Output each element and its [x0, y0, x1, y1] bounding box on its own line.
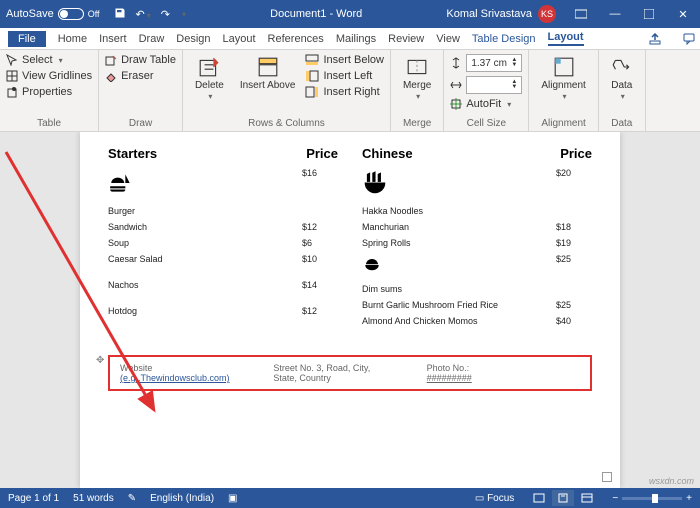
redo-icon[interactable]: ↷	[161, 8, 170, 21]
tab-design[interactable]: Design	[176, 33, 210, 45]
undo-icon[interactable]: ↶▾	[136, 8, 151, 21]
quick-access-toolbar: ↶▾ ↷ ▾	[106, 7, 194, 22]
avatar: KS	[538, 5, 556, 23]
watermark: wsxdn.com	[649, 476, 694, 486]
user-name: Komal Srivastava	[446, 8, 532, 20]
group-rows-columns: Delete▾ Insert Above Insert Below Insert…	[183, 50, 391, 131]
footer-table[interactable]: ✥ Website (e.g.,Thewindowsclub.com) Stre…	[108, 355, 592, 391]
maximize-icon[interactable]	[632, 0, 666, 28]
title-bar: AutoSave Off ↶▾ ↷ ▾ Document1 - Word Kom…	[0, 0, 700, 28]
autofit-button[interactable]: AutoFit▾	[450, 98, 522, 110]
select-button[interactable]: Select▾	[6, 54, 92, 66]
group-data: Data▾ Data	[599, 50, 646, 131]
tab-file[interactable]: File	[8, 31, 46, 47]
share-icon[interactable]	[644, 30, 666, 48]
page: StartersPrice $16 Burger Sandwich$12 Sou…	[80, 132, 620, 488]
toggle-icon	[58, 8, 84, 20]
tab-table-layout[interactable]: Layout	[548, 31, 584, 46]
minimize-icon[interactable]: —	[598, 0, 632, 28]
noodles-icon	[362, 170, 388, 196]
document-area[interactable]: StartersPrice $16 Burger Sandwich$12 Sou…	[0, 132, 700, 488]
group-cell-size: 1.37 cm▲▼ ▲▼ AutoFit▾ Cell Size	[444, 50, 529, 131]
focus-mode[interactable]: ▭ Focus	[475, 493, 514, 504]
footer-website-cell[interactable]: Website (e.g.,Thewindowsclub.com)	[120, 363, 273, 383]
eraser-button[interactable]: Eraser	[105, 70, 176, 82]
tab-layout[interactable]: Layout	[223, 33, 256, 45]
row-height-input[interactable]: 1.37 cm▲▼	[450, 54, 522, 72]
menu-column-starters: StartersPrice $16 Burger Sandwich$12 Sou…	[108, 146, 338, 329]
insert-left-button[interactable]: Insert Left	[305, 70, 384, 82]
ribbon: Select▾ View Gridlines Properties Table …	[0, 50, 700, 132]
website-link[interactable]: (e.g.,Thewindowsclub.com)	[120, 373, 230, 383]
save-icon[interactable]	[114, 7, 126, 22]
autosave-label: AutoSave	[6, 8, 54, 20]
table-anchor-icon[interactable]: ✥	[96, 355, 104, 366]
group-alignment: Alignment▾ Alignment	[529, 50, 598, 131]
web-layout-icon[interactable]	[576, 490, 598, 506]
insert-below-button[interactable]: Insert Below	[305, 54, 384, 66]
tab-references[interactable]: References	[268, 33, 324, 45]
group-table: Select▾ View Gridlines Properties Table	[0, 50, 99, 131]
table-resize-handle[interactable]	[602, 472, 612, 482]
insert-above-button[interactable]: Insert Above	[234, 54, 302, 93]
merge-button[interactable]: Merge▾	[397, 54, 437, 104]
zoom-in-icon[interactable]: +	[686, 493, 692, 504]
properties-button[interactable]: Properties	[6, 86, 92, 98]
dimsum-icon	[362, 256, 382, 274]
view-gridlines-button[interactable]: View Gridlines	[6, 70, 92, 82]
tab-review[interactable]: Review	[388, 33, 424, 45]
tab-home[interactable]: Home	[58, 33, 87, 45]
read-mode-icon[interactable]	[528, 490, 550, 506]
status-language[interactable]: English (India)	[150, 493, 214, 504]
ribbon-options-icon[interactable]	[564, 0, 598, 28]
menu-column-chinese: ChinesePrice $20 Hakka Noodles Manchuria…	[362, 146, 592, 329]
status-bar: Page 1 of 1 51 words ✎ English (India) ▣…	[0, 488, 700, 508]
autosave-toggle[interactable]: AutoSave Off	[0, 8, 106, 20]
status-page[interactable]: Page 1 of 1	[8, 493, 59, 504]
group-merge: Merge▾ Merge	[391, 50, 444, 131]
insert-right-button[interactable]: Insert Right	[305, 86, 384, 98]
close-icon[interactable]: ✕	[666, 0, 700, 28]
document-title: Document1 - Word	[194, 8, 438, 20]
col-width-input[interactable]: ▲▼	[450, 76, 522, 94]
tab-view[interactable]: View	[436, 33, 460, 45]
spellcheck-icon[interactable]: ✎	[128, 493, 136, 504]
status-words[interactable]: 51 words	[73, 493, 114, 504]
data-button[interactable]: Data▾	[605, 54, 639, 104]
draw-table-button[interactable]: Draw Table	[105, 54, 176, 66]
tab-mailings[interactable]: Mailings	[336, 33, 376, 45]
group-draw: Draw Table Eraser Draw	[99, 50, 183, 131]
zoom-slider[interactable]: − +	[612, 493, 692, 504]
tab-insert[interactable]: Insert	[99, 33, 127, 45]
comments-icon[interactable]	[678, 30, 700, 48]
alignment-button[interactable]: Alignment▾	[535, 54, 591, 104]
tab-table-design[interactable]: Table Design	[472, 33, 536, 45]
user-account[interactable]: Komal Srivastava KS	[438, 5, 564, 23]
delete-button[interactable]: Delete▾	[189, 54, 230, 104]
macro-icon[interactable]: ▣	[228, 493, 237, 504]
footer-address-cell[interactable]: Street No. 3, Road, City, State, Country	[273, 363, 426, 383]
zoom-out-icon[interactable]: −	[612, 493, 618, 504]
footer-photo-cell[interactable]: Photo No.: #########	[427, 363, 580, 383]
qat-customize-icon[interactable]: ▾	[182, 10, 186, 19]
burger-icon	[108, 170, 134, 196]
tab-draw[interactable]: Draw	[139, 33, 165, 45]
print-layout-icon[interactable]	[552, 490, 574, 506]
ribbon-tabs: File Home Insert Draw Design Layout Refe…	[0, 28, 700, 50]
